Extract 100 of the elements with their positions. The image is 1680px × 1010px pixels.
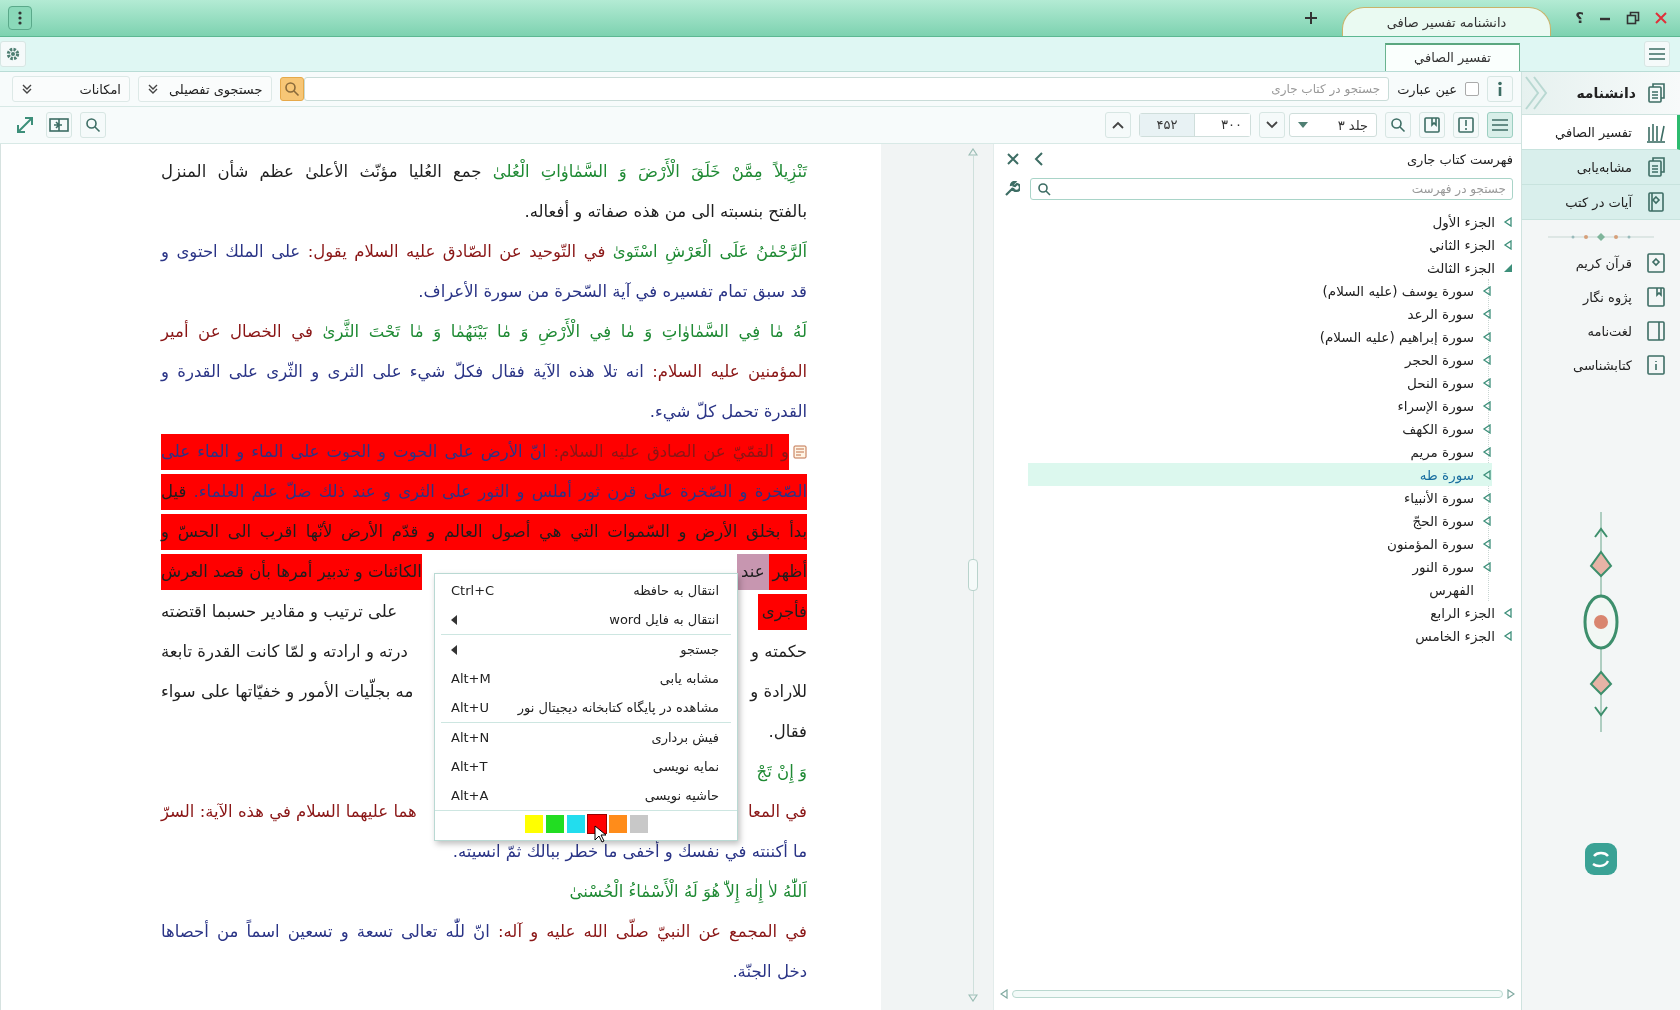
book-alert-button[interactable] bbox=[1453, 112, 1479, 138]
tree-item[interactable]: سورة الكهف bbox=[1402, 420, 1474, 437]
menu-item[interactable]: انتقال به فایل word bbox=[435, 605, 737, 634]
list-button[interactable] bbox=[1487, 112, 1513, 138]
tree-item[interactable]: سورة المؤمنون bbox=[1387, 535, 1474, 552]
scrollbar-track[interactable] bbox=[1012, 990, 1503, 998]
scroll-right-arrow-icon[interactable] bbox=[1507, 989, 1515, 999]
book-alert-icon bbox=[1457, 116, 1475, 134]
search-field[interactable]: جستجو در فهرست bbox=[1030, 178, 1513, 200]
tree-item[interactable]: الجزء الرابع bbox=[1430, 604, 1495, 621]
volume-dropdown[interactable]: جلد ۳ bbox=[1289, 113, 1377, 137]
tree-item[interactable]: الجزء الثاني bbox=[1429, 236, 1495, 253]
color-swatch[interactable] bbox=[545, 815, 564, 833]
text-line: فقال. bbox=[768, 721, 807, 743]
collapsed-triangle-icon[interactable] bbox=[1482, 354, 1492, 365]
tree-item[interactable]: الجزء الأول bbox=[1432, 213, 1495, 230]
color-swatch[interactable] bbox=[566, 815, 585, 833]
tree-item[interactable]: سورة إبراهيم (عليه السلام) bbox=[1319, 328, 1474, 345]
chevron-down-icon bbox=[1266, 121, 1278, 129]
book-icon bbox=[1423, 116, 1441, 134]
tree-item[interactable]: سورة الرعد bbox=[1407, 305, 1474, 322]
books-icon bbox=[1646, 121, 1666, 143]
color-swatch[interactable] bbox=[524, 815, 543, 833]
menu-item[interactable]: جستجو bbox=[435, 635, 737, 664]
tree-item[interactable]: سورة الحجر bbox=[1405, 351, 1474, 368]
previous-page-button[interactable] bbox=[1105, 112, 1131, 138]
tree-item[interactable]: الفهرس bbox=[1429, 581, 1474, 598]
tree-item[interactable]: الجزء الخامس bbox=[1415, 627, 1495, 644]
sidebar-item[interactable]: کتابشناسی bbox=[1522, 348, 1680, 382]
settings-button[interactable] bbox=[0, 41, 26, 67]
collapsed-triangle-icon[interactable] bbox=[1503, 216, 1513, 227]
double-chevron-down-icon bbox=[147, 83, 159, 95]
sidebar-item[interactable]: قرآن کریم bbox=[1522, 246, 1680, 280]
collapsed-triangle-icon[interactable] bbox=[1482, 400, 1492, 411]
collapsed-triangle-icon[interactable] bbox=[1482, 561, 1492, 572]
expanded-triangle-icon[interactable] bbox=[1503, 262, 1513, 273]
tree-item[interactable]: سورة الأنبياء bbox=[1404, 489, 1474, 506]
logo-icon bbox=[1584, 842, 1618, 876]
text-line: المؤمنين عليه السلام: انه تلا هذه الآية فقال فكلّ شيء على الثرى و الثّرى على القدرة و bbox=[161, 360, 807, 384]
color-swatch[interactable] bbox=[608, 815, 627, 833]
list-icon bbox=[1490, 117, 1510, 133]
expand-icon bbox=[16, 116, 34, 134]
tree-item[interactable]: سورة مريم bbox=[1410, 443, 1474, 460]
options-dropdown[interactable]: امکانات bbox=[12, 76, 130, 102]
help-button[interactable]: ؟ bbox=[1575, 9, 1584, 27]
collapsed-triangle-icon[interactable] bbox=[1482, 538, 1492, 549]
next-page-button[interactable] bbox=[1259, 112, 1285, 138]
menu-button[interactable] bbox=[8, 6, 32, 30]
settings-icon bbox=[5, 46, 21, 62]
documents-icon bbox=[1646, 156, 1666, 178]
window-tab[interactable]: دانشنامه تفسیر صافی bbox=[1341, 7, 1552, 36]
collapsed-triangle-icon[interactable] bbox=[1503, 239, 1513, 250]
sidebar-item[interactable]: لغت‌نامه bbox=[1522, 314, 1680, 348]
collapsed-triangle-icon[interactable] bbox=[1482, 377, 1492, 388]
tree-item[interactable]: سورة الحجّ bbox=[1412, 512, 1474, 529]
search-field[interactable]: جستجو در کتاب جاری bbox=[303, 77, 1390, 101]
restore-icon[interactable] bbox=[1626, 11, 1640, 25]
tree-item[interactable]: سورة طه bbox=[1419, 466, 1474, 483]
sidebar-item[interactable]: مشابه‌یابی bbox=[1522, 150, 1680, 185]
document-tab[interactable]: تفسير الصافي bbox=[1385, 43, 1520, 71]
tree-item[interactable]: سورة الإسراء bbox=[1397, 397, 1474, 414]
tree-item[interactable]: سورة النحل bbox=[1406, 374, 1474, 391]
caret-down-icon bbox=[1298, 122, 1308, 128]
collapsed-triangle-icon[interactable] bbox=[1482, 515, 1492, 526]
text-line: اَلرَّحْمٰنُ عَلَى الْعَرْشِ اسْتَوىٰ في التّوحيد عن الصّادق عليه السلام يقول: على الملك احتوى و bbox=[161, 234, 807, 270]
collapsed-triangle-icon[interactable] bbox=[1482, 423, 1492, 434]
book-button[interactable] bbox=[1419, 112, 1445, 138]
collapsed-triangle-icon[interactable] bbox=[1503, 630, 1513, 641]
sidebar-item[interactable]: تفسير الصافي bbox=[1522, 115, 1680, 150]
advanced-search-dropdown[interactable]: جستجوی تفصیلی bbox=[138, 76, 272, 102]
submenu-arrow-icon bbox=[451, 614, 457, 625]
search-button[interactable] bbox=[279, 77, 304, 101]
tree-item[interactable]: سورة النور bbox=[1412, 558, 1474, 575]
close-icon[interactable] bbox=[1654, 11, 1668, 25]
wrench-icon[interactable] bbox=[1004, 181, 1020, 197]
color-swatch[interactable] bbox=[629, 815, 648, 833]
chevron-left-icon[interactable] bbox=[1034, 152, 1044, 166]
text-line: دخل الجنّة. bbox=[732, 961, 807, 983]
scrollbar-thumb[interactable] bbox=[968, 559, 978, 591]
scroll-left-arrow-icon[interactable] bbox=[1000, 989, 1008, 999]
collapsed-triangle-icon[interactable] bbox=[1482, 446, 1492, 457]
checkbox-label: عین عبارت bbox=[1397, 81, 1457, 97]
close-icon[interactable] bbox=[1006, 152, 1020, 166]
collapsed-triangle-icon[interactable] bbox=[1503, 607, 1513, 618]
info-button[interactable] bbox=[1487, 76, 1513, 102]
panel-title: فهرست کتاب جاری bbox=[1406, 151, 1513, 167]
sidebar-item[interactable]: پژوه نگار bbox=[1522, 280, 1680, 314]
collapsed-triangle-icon[interactable] bbox=[1482, 285, 1492, 296]
collapsed-triangle-icon[interactable] bbox=[1482, 308, 1492, 319]
sidebar-item[interactable]: آیات در کتب bbox=[1522, 185, 1680, 220]
search-icon bbox=[283, 81, 300, 97]
checkbox[interactable] bbox=[1465, 82, 1479, 96]
tree-item[interactable]: سورة يوسف (عليه السلام) bbox=[1322, 282, 1474, 299]
collapsed-triangle-icon[interactable] bbox=[1482, 492, 1492, 503]
sidebar-header[interactable]: دانشنامه bbox=[1522, 72, 1680, 115]
plus-icon[interactable] bbox=[1303, 11, 1318, 25]
split-view-button[interactable] bbox=[46, 112, 72, 138]
collapsed-triangle-icon[interactable] bbox=[1482, 469, 1492, 480]
collapsed-triangle-icon[interactable] bbox=[1482, 331, 1492, 342]
tree-item[interactable]: الجزء الثالث bbox=[1426, 259, 1495, 276]
